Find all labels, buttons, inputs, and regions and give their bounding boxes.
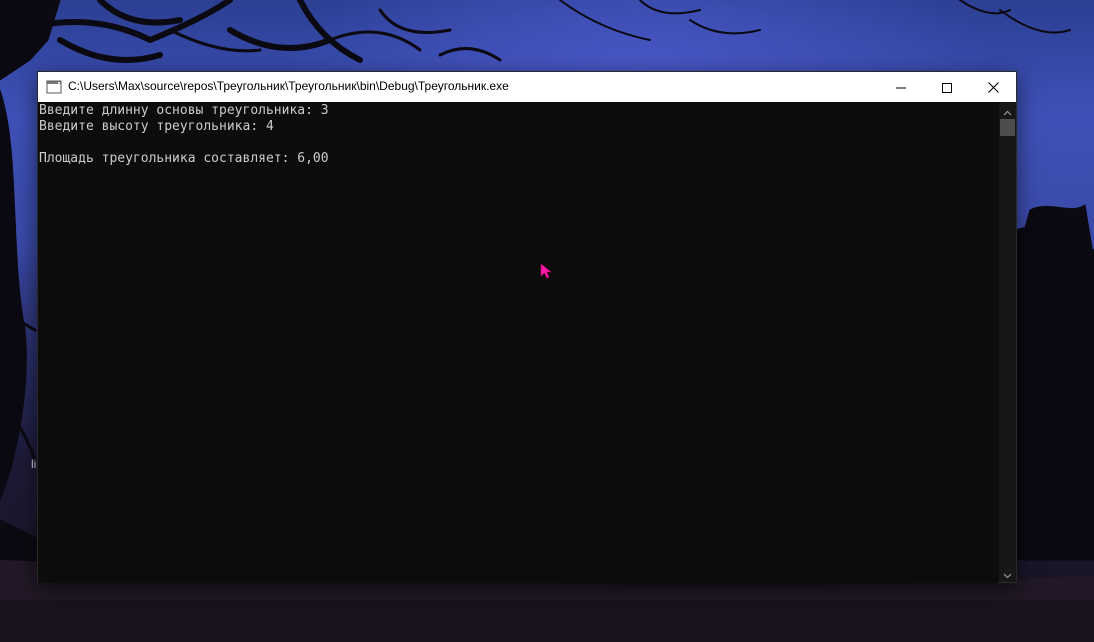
- console-app-icon[interactable]: [46, 79, 62, 95]
- desktop-partial-label: li: [31, 457, 37, 471]
- console-line: Введите высоту треугольника: 4: [39, 119, 274, 134]
- window-title: C:\Users\Max\source\repos\Треугольник\Тр…: [68, 79, 509, 93]
- scroll-down-button[interactable]: [999, 565, 1016, 582]
- close-icon: [987, 78, 999, 97]
- vertical-scrollbar[interactable]: [999, 102, 1016, 582]
- mouse-pointer-icon: [540, 263, 554, 279]
- close-button[interactable]: [970, 72, 1016, 102]
- desktop: li C:\Users\Max\source\repos\Треугольник…: [0, 0, 1094, 642]
- scroll-up-button[interactable]: [999, 102, 1016, 119]
- console-line: Введите длинну основы треугольника: 3: [39, 103, 329, 118]
- minimize-icon: [896, 78, 906, 97]
- chevron-down-icon: [1003, 564, 1012, 583]
- maximize-button[interactable]: [924, 72, 970, 102]
- maximize-icon: [942, 78, 952, 97]
- chevron-up-icon: [1003, 101, 1012, 120]
- minimize-button[interactable]: [878, 72, 924, 102]
- console-output[interactable]: Введите длинну основы треугольника: 3 Вв…: [38, 102, 998, 583]
- scroll-thumb[interactable]: [1000, 119, 1015, 136]
- console-line: Площадь треугольника составляет: 6,00: [39, 151, 329, 166]
- title-bar[interactable]: C:\Users\Max\source\repos\Треугольник\Тр…: [38, 72, 1016, 102]
- console-window[interactable]: C:\Users\Max\source\repos\Треугольник\Тр…: [38, 72, 1016, 583]
